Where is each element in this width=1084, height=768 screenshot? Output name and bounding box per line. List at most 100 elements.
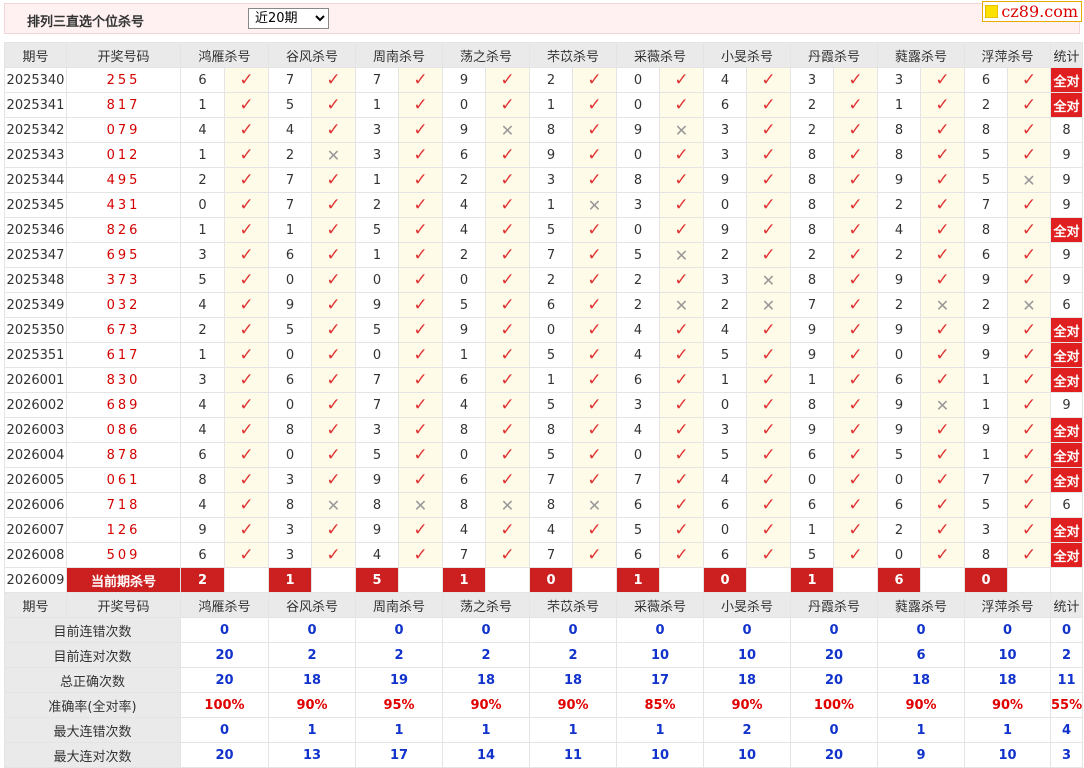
check-mark-icon: ✓ xyxy=(500,520,515,540)
kill-number-cell: 8 xyxy=(790,167,834,193)
correct-count-cell: 6 xyxy=(1049,292,1084,318)
current-kill-blank xyxy=(311,567,356,593)
kill-number-cell: 8 xyxy=(964,542,1008,568)
check-mark-icon: ✓ xyxy=(848,445,863,465)
result-mark-cell: ✓ xyxy=(572,467,617,493)
result-mark-cell: ✕ xyxy=(920,392,965,418)
check-mark-icon: ✓ xyxy=(1021,420,1037,440)
check-mark-icon: ✓ xyxy=(326,170,341,190)
result-mark-cell: ✓ xyxy=(920,67,965,93)
current-kill-number: 1 xyxy=(790,567,834,593)
site-logo[interactable]: cz89.com xyxy=(982,1,1082,22)
check-mark-icon: ✓ xyxy=(761,395,776,415)
check-mark-icon: ✓ xyxy=(1021,370,1037,390)
check-mark-icon: ✓ xyxy=(587,320,602,340)
check-mark-icon: ✓ xyxy=(413,95,428,115)
stats-value: 2 xyxy=(1049,642,1084,668)
stats-label: 最大连对次数 xyxy=(4,742,181,768)
stats-value: 90% xyxy=(442,692,530,718)
check-mark-icon: ✓ xyxy=(1021,545,1037,565)
draw-row: 2025342 079 4 ✓ 4 ✓ 3 ✓ 9 ✕ 8 ✓ 9 ✕ 3 ✓ 2 ✓ 8 ✓ 8 ✓ 8 xyxy=(4,117,1084,143)
result-mark-cell: ✓ xyxy=(746,392,791,418)
kill-number-cell: 2 xyxy=(355,192,399,218)
kill-number-cell: 5 xyxy=(355,217,399,243)
result-mark-cell: ✓ xyxy=(572,292,617,318)
kill-number-cell: 2 xyxy=(703,292,747,318)
kill-number-cell: 4 xyxy=(180,492,225,518)
check-mark-icon: ✓ xyxy=(848,370,863,390)
check-mark-icon: ✓ xyxy=(413,70,428,90)
check-mark-icon: ✓ xyxy=(413,370,428,390)
stats-value: 18 xyxy=(442,667,530,693)
kill-number-cell: 7 xyxy=(442,542,486,568)
period-cell: 2025349 xyxy=(4,292,67,318)
check-mark-icon: ✓ xyxy=(500,445,515,465)
result-mark-cell: ✓ xyxy=(398,467,443,493)
stats-value: 0 xyxy=(180,717,269,743)
header-row: 期号 开奖号码 鸿雁杀号 谷风杀号 周南杀号 荡之杀号 芣苡杀号 采薇杀号 小旻杀号 丹霞杀号 蕤露… xyxy=(4,42,1084,68)
check-mark-icon: ✓ xyxy=(239,520,254,540)
check-mark-icon: ✓ xyxy=(587,545,602,565)
check-mark-icon: ✓ xyxy=(761,195,776,215)
result-mark-cell: ✓ xyxy=(398,67,443,93)
check-mark-icon: ✓ xyxy=(848,495,863,515)
result-mark-cell: ✓ xyxy=(1007,267,1051,293)
result-mark-cell: ✓ xyxy=(224,467,269,493)
draw-row: 2026003 086 4 ✓ 8 ✓ 3 ✓ 8 ✓ 8 ✓ 4 ✓ 3 ✓ 9 ✓ 9 ✓ 9 ✓ 全对 xyxy=(4,417,1084,443)
check-mark-icon: ✓ xyxy=(326,245,341,265)
stats-value: 10 xyxy=(703,642,791,668)
period-range-select[interactable]: 近20期 xyxy=(248,8,329,29)
stats-value: 20 xyxy=(790,742,878,768)
result-mark-cell: ✓ xyxy=(224,267,269,293)
check-mark-icon: ✓ xyxy=(848,395,863,415)
result-mark-cell: ✓ xyxy=(920,142,965,168)
draw-row: 2025346 826 1 ✓ 1 ✓ 5 ✓ 4 ✓ 5 ✓ 0 ✓ 9 ✓ 8 ✓ 4 ✓ 8 ✓ 全对 xyxy=(4,217,1084,243)
stats-value: 95% xyxy=(355,692,443,718)
check-mark-icon: ✓ xyxy=(587,170,602,190)
kill-number-cell: 3 xyxy=(616,392,660,418)
kill-number-cell: 4 xyxy=(616,317,660,343)
winning-number-cell: 878 xyxy=(66,442,181,468)
check-mark-icon: ✓ xyxy=(239,445,254,465)
result-mark-cell: ✓ xyxy=(398,517,443,543)
stats-value: 2 xyxy=(355,642,443,668)
result-mark-cell: ✓ xyxy=(920,517,965,543)
kill-number-cell: 1 xyxy=(877,92,921,118)
check-mark-icon: ✓ xyxy=(848,220,863,240)
kill-number-cell: 7 xyxy=(964,192,1008,218)
result-mark-cell: ✓ xyxy=(311,92,356,118)
kill-number-cell: 6 xyxy=(964,242,1008,268)
result-mark-cell: ✓ xyxy=(746,517,791,543)
check-mark-icon: ✓ xyxy=(761,170,776,190)
result-mark-cell: ✓ xyxy=(572,92,617,118)
kill-number-cell: 1 xyxy=(790,517,834,543)
result-mark-cell: ✓ xyxy=(659,442,704,468)
kill-number-cell: 8 xyxy=(529,417,573,443)
result-mark-cell: ✓ xyxy=(833,217,878,243)
check-mark-icon: ✓ xyxy=(500,195,515,215)
kill-number-cell: 5 xyxy=(877,442,921,468)
stats-value: 20 xyxy=(180,667,269,693)
kill-number-cell: 6 xyxy=(616,492,660,518)
column-header-expert: 小旻杀号 xyxy=(703,42,791,68)
result-mark-cell: ✓ xyxy=(485,192,530,218)
check-mark-icon: ✓ xyxy=(674,170,689,190)
kill-number-cell: 7 xyxy=(616,467,660,493)
stats-row: 最大连错次数 0 1 1 1 1 1 2 0 1 1 4 xyxy=(4,717,1084,743)
check-mark-icon: ✓ xyxy=(674,395,689,415)
winning-number-cell: 086 xyxy=(66,417,181,443)
header-row-bottom: 期号 开奖号码 鸿雁杀号 谷风杀号 周南杀号 荡之杀号 芣苡杀号 采薇杀号 小旻杀号 丹霞杀号 蕤露… xyxy=(4,592,1084,618)
stats-value: 1 xyxy=(877,717,965,743)
check-mark-icon: ✓ xyxy=(848,420,863,440)
result-mark-cell: ✓ xyxy=(485,217,530,243)
winning-number-cell: 495 xyxy=(66,167,181,193)
column-header-expert: 鸿雁杀号 xyxy=(180,42,269,68)
check-mark-icon: ✓ xyxy=(1021,470,1037,490)
kill-number-cell: 3 xyxy=(529,167,573,193)
kill-number-cell: 4 xyxy=(268,117,312,143)
result-mark-cell: ✓ xyxy=(659,317,704,343)
cross-mark-icon: ✕ xyxy=(500,495,515,515)
check-mark-icon: ✓ xyxy=(1021,120,1037,140)
check-mark-icon: ✓ xyxy=(935,270,950,290)
result-mark-cell: ✓ xyxy=(1007,217,1051,243)
